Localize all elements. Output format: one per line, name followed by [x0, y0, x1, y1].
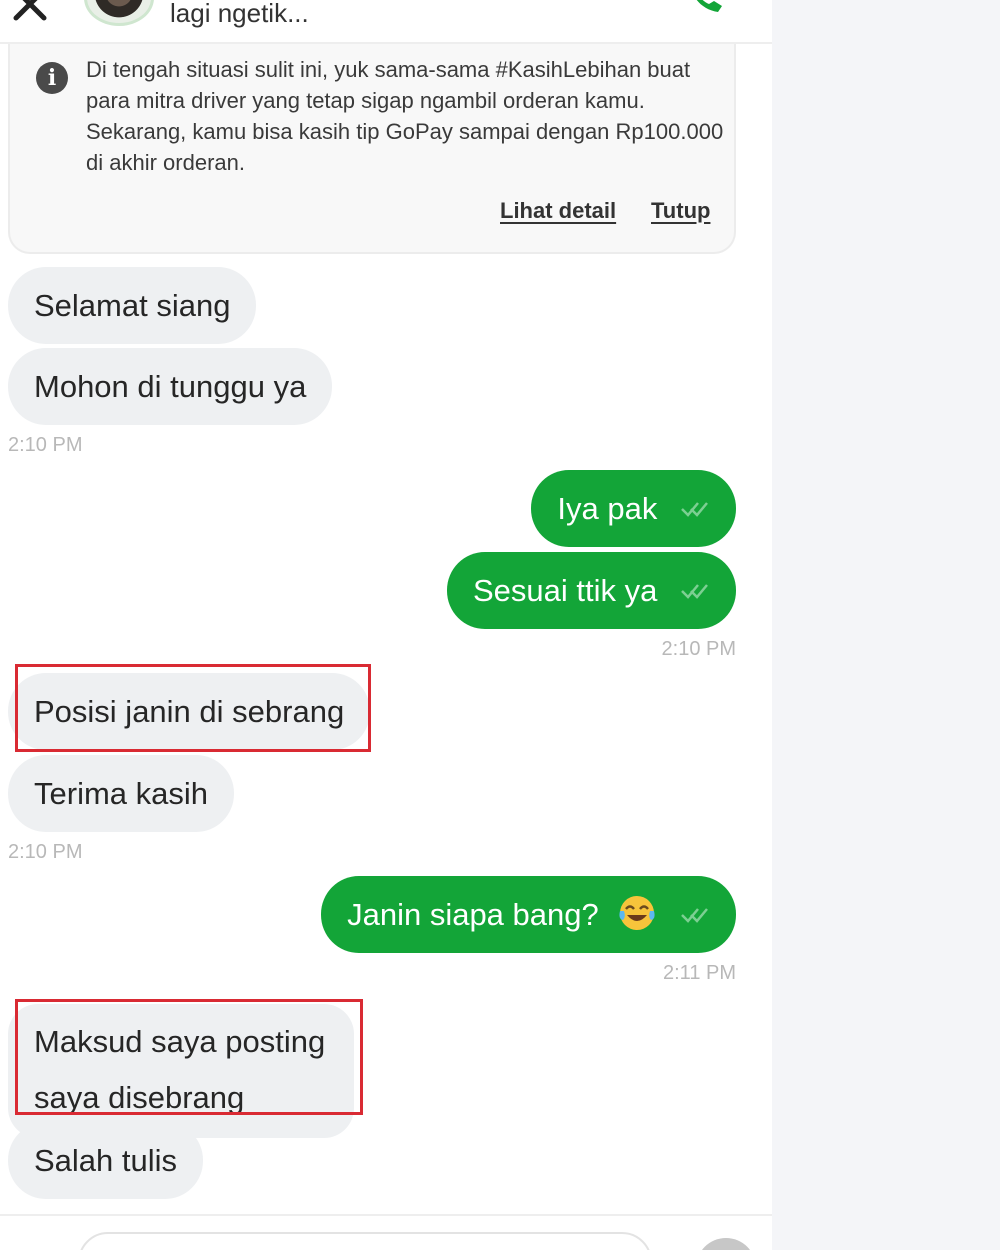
close-card-link[interactable]: Tutup — [651, 198, 710, 224]
highlight-box — [15, 664, 371, 752]
message-timestamp: 2:10 PM — [661, 638, 736, 660]
outgoing-message: Janin siapa bang? — [321, 876, 736, 953]
tip-info-card: i Di tengah situasi sulit ini, yuk sama-… — [8, 44, 736, 254]
outgoing-message: Iya pak — [531, 470, 736, 547]
tears-of-joy-emoji — [619, 895, 655, 930]
message-text: Selamat siang — [34, 288, 231, 323]
send-button[interactable] — [696, 1238, 756, 1250]
typing-status: lagi ngetik... — [170, 0, 309, 28]
incoming-message: Salah tulis — [8, 1122, 204, 1199]
incoming-message: Terima kasih — [8, 755, 234, 832]
message-text: Iya pak — [557, 491, 658, 526]
close-icon[interactable] — [12, 0, 48, 22]
incoming-message: Selamat siang — [8, 267, 257, 344]
avatar[interactable] — [84, 0, 154, 26]
message-text: Mohon di tunggu ya — [34, 369, 307, 404]
phone-icon[interactable] — [688, 0, 724, 16]
message-timestamp: 2:11 PM — [663, 962, 736, 984]
message-input[interactable] — [78, 1232, 652, 1250]
composer-divider — [0, 1214, 772, 1216]
double-check-icon — [681, 908, 708, 923]
outgoing-message: Sesuai ttik ya — [447, 552, 736, 629]
highlight-box — [15, 999, 363, 1115]
chat-screen: lagi ngetik... i Di tengah situasi sulit… — [0, 0, 772, 1250]
message-text: Terima kasih — [34, 776, 208, 811]
message-text: Sesuai ttik ya — [473, 573, 658, 608]
message-timestamp: 2:10 PM — [8, 434, 83, 456]
message-text: Janin siapa bang? — [347, 897, 599, 932]
incoming-message: Mohon di tunggu ya — [8, 348, 333, 425]
info-message: Di tengah situasi sulit ini, yuk sama-sa… — [86, 57, 724, 175]
double-check-icon — [681, 584, 708, 599]
info-icon: i — [36, 62, 68, 94]
message-text: Salah tulis — [34, 1143, 178, 1178]
message-timestamp: 2:10 PM — [8, 841, 83, 863]
chat-header: lagi ngetik... — [0, 0, 772, 44]
background-area — [772, 0, 1000, 1250]
double-check-icon — [681, 502, 708, 517]
see-detail-link[interactable]: Lihat detail — [500, 198, 616, 224]
